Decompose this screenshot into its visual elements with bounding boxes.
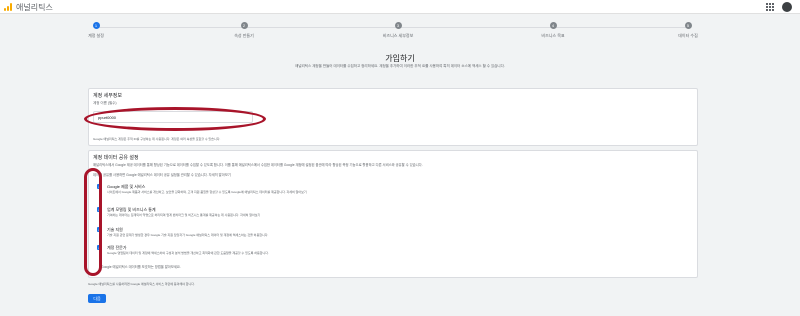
step-label: 데이터 수집 xyxy=(678,33,698,38)
checkbox-checked-icon[interactable]: ✓ xyxy=(97,207,102,212)
top-app-bar: 애널리틱스 xyxy=(0,0,800,14)
step-5: 5 데이터 수집 xyxy=(648,22,728,39)
data-sharing-description-2: 데이터 공유를 사용하면 Google 애널리틱스 데이터 공유 설정을 관리할… xyxy=(93,173,231,177)
account-name-field[interactable] xyxy=(93,111,253,123)
analytics-logo-icon xyxy=(4,3,12,11)
app-title: 애널리틱스 xyxy=(16,3,53,12)
option-description: 기여하는 데이터는 집계되어 익명으로 처리되며 업계 벤치마크 및 비즈니스 … xyxy=(107,213,261,217)
account-name-label: 계정 이름 (필수) xyxy=(93,101,117,105)
step-label: 비즈니스 목표 xyxy=(541,33,565,38)
page-description: 애널리틱스 계정을 만들어 데이터를 수집하고 정리하세요. 계정을 추가하여 … xyxy=(295,64,505,68)
checkbox-checked-icon[interactable]: ✓ xyxy=(97,227,102,232)
data-protection-link[interactable]: Google 애널리틱스 데이터를 보호하는 방법을 알아보세요. xyxy=(101,265,701,270)
next-button[interactable]: 다음 xyxy=(88,294,106,303)
terms-notice: Google 애널리틱스를 사용하려면 Google 애널리틱스 서비스 약관에… xyxy=(88,282,195,286)
avatar[interactable] xyxy=(782,2,792,12)
step-1: 1 계정 설정 xyxy=(56,22,136,39)
card-title: 계정 세부정보 xyxy=(93,93,122,99)
checkbox-checked-icon[interactable]: ✓ xyxy=(97,184,102,189)
data-sharing-description: 애널리틱스에서 Google 제공 데이터를 통해 향상된 기능으로 데이터를 … xyxy=(93,163,423,167)
data-sharing-card: 계정 데이터 공유 설정 애널리틱스에서 Google 제공 데이터를 통해 향… xyxy=(88,150,698,278)
account-details-card: 계정 세부정보 계정 이름 (필수) Google 애널리틱스 계정은 추적 I… xyxy=(88,88,698,146)
step-3: 3 비즈니스 세부정보 xyxy=(358,22,438,39)
option-description: 사이트에서 Google 제품과 서비스를 개선하고, 보안을 강화하며, 고객… xyxy=(107,190,307,194)
option-description: 기술 지원 관련 문제가 발생한 경우 Google 기술 지원 담당자가 Go… xyxy=(107,233,269,237)
step-2: 2 속성 만들기 xyxy=(204,22,284,39)
card-title: 계정 데이터 공유 설정 xyxy=(93,155,139,161)
step-label: 비즈니스 세부정보 xyxy=(382,33,414,38)
option-description: Google 영업팀이 데이터 및 계정에 액세스하여 구성과 분석 방법을 개… xyxy=(107,251,269,255)
step-label: 계정 설정 xyxy=(88,33,104,38)
step-label: 속성 만들기 xyxy=(234,33,254,38)
step-4: 4 비즈니스 목표 xyxy=(513,22,593,39)
apps-grid-icon[interactable] xyxy=(766,3,774,11)
checkbox-checked-icon[interactable]: ✓ xyxy=(97,245,102,250)
account-name-hint: Google 애널리틱스 계정은 추적 ID를 구성하는 데 사용됩니다. 계정… xyxy=(93,137,221,141)
